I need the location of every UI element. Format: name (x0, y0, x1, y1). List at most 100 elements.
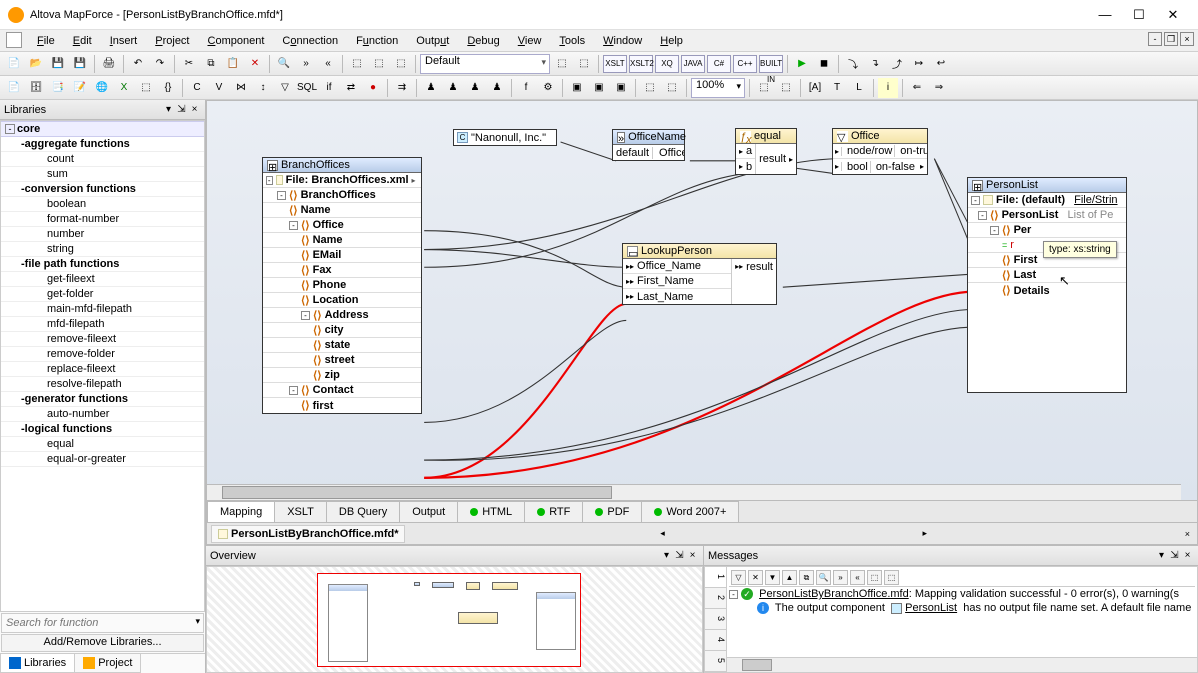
lib-fn-sum[interactable]: sum (1, 167, 204, 182)
msg-next[interactable]: ▼ (765, 570, 780, 585)
msg-tab-2[interactable]: 2 (705, 588, 726, 609)
insert-ws[interactable]: 🌐 (92, 78, 112, 98)
lib-fn-equal[interactable]: equal (1, 437, 204, 452)
mdi-minimize-button[interactable]: - (1148, 32, 1162, 46)
branch-row-contact[interactable]: -⟨⟩Contact (263, 383, 421, 398)
ann-types[interactable]: [A] (805, 78, 825, 98)
lib-group-file-path-functions[interactable]: -file path functions (1, 257, 204, 272)
target-xslt2[interactable]: XSLT2 (629, 55, 653, 73)
lib-group-aggregate-functions[interactable]: -aggregate functions (1, 137, 204, 152)
mdi-close-button[interactable]: × (1180, 32, 1194, 46)
branch-row-name[interactable]: ⟨⟩Name (263, 203, 421, 218)
tab-libraries[interactable]: Libraries (0, 654, 75, 673)
lib-fn-equal-or-greater[interactable]: equal-or-greater (1, 452, 204, 467)
branch-row-zip[interactable]: ⟨⟩zip (263, 368, 421, 383)
menu-insert[interactable]: Insert (101, 35, 147, 47)
zoom-select[interactable]: 100% (691, 78, 745, 98)
tab-project[interactable]: Project (74, 654, 141, 673)
insert-if[interactable]: if (319, 78, 339, 98)
branch-row-address[interactable]: -⟨⟩Address (263, 308, 421, 323)
autoconnect-4[interactable]: ♟ (487, 78, 507, 98)
menu-window[interactable]: Window (594, 35, 651, 47)
branch-row-fax[interactable]: ⟨⟩Fax (263, 263, 421, 278)
msg-file-link[interactable]: PersonListByBranchOffice.mfd (759, 588, 909, 600)
conn-copyall[interactable]: ⇉ (392, 78, 412, 98)
print-button[interactable]: 🖨 (99, 54, 119, 74)
insert-xml[interactable]: 📄 (4, 78, 24, 98)
lookup-firstname[interactable]: ▸▸First_Name (623, 274, 731, 289)
messages-tabs[interactable]: 1 2 3 4 5 (705, 567, 727, 672)
save-all-button[interactable]: 💾 (70, 54, 90, 74)
insert-db[interactable]: 🗄 (26, 78, 46, 98)
menu-file[interactable]: File (28, 35, 64, 47)
fwd-button[interactable]: ⇒ (929, 78, 949, 98)
msg-findprev[interactable]: « (850, 570, 865, 585)
doc-tab-current[interactable]: PersonListByBranchOffice.mfd* (211, 525, 405, 543)
tool-x5[interactable]: ⬚ (574, 54, 594, 74)
branch-row-email[interactable]: ⟨⟩EMail (263, 248, 421, 263)
doc-nav-prev[interactable]: ◂ (657, 528, 668, 539)
msg-prev[interactable]: ▲ (782, 570, 797, 585)
msg-x1[interactable]: ⬚ (867, 570, 882, 585)
lib-fn-format-number[interactable]: format-number (1, 212, 204, 227)
tab-pdf[interactable]: PDF (582, 501, 642, 522)
node-lookupperson[interactable]: ▭LookupPerson ▸▸Office_Name ▸▸First_Name… (622, 243, 777, 305)
equal-result[interactable]: result▸ (756, 144, 796, 174)
insert-map[interactable]: ⇄ (341, 78, 361, 98)
lookup-lastname[interactable]: ▸▸Last_Name (623, 289, 731, 304)
lib-core[interactable]: -core (1, 121, 204, 137)
insert-xbrl[interactable]: ⬚ (136, 78, 156, 98)
view-sel[interactable]: ⬚ (754, 78, 774, 98)
run-button[interactable]: ▶ (792, 54, 812, 74)
delete-button[interactable]: ✕ (245, 54, 265, 74)
messages-close-icon[interactable]: × (1181, 550, 1194, 561)
node-officename[interactable]: »OfficeName defaultOfficeName (612, 129, 685, 161)
menu-function[interactable]: Function (347, 35, 407, 47)
insert-sort[interactable]: ↕ (253, 78, 273, 98)
close-button[interactable]: ✕ (1156, 7, 1190, 23)
overview-pin-icon[interactable]: ⇲ (673, 550, 686, 561)
save-button[interactable]: 💾 (48, 54, 68, 74)
insert-json[interactable]: {} (158, 78, 178, 98)
tab-dbquery[interactable]: DB Query (326, 501, 400, 522)
msg-clear[interactable]: ✕ (748, 570, 763, 585)
tab-rtf[interactable]: RTF (524, 501, 583, 522)
messages-menu-icon[interactable]: ▾ (1155, 550, 1168, 561)
libraries-pin-icon[interactable]: ⇲ (175, 104, 188, 115)
autoconnect-3[interactable]: ♟ (465, 78, 485, 98)
expand-icon[interactable]: - (729, 590, 738, 599)
target-builtin[interactable]: BUILT IN (759, 55, 783, 73)
lib-fn-boolean[interactable]: boolean (1, 197, 204, 212)
branch-row-first[interactable]: ⟨⟩first (263, 398, 421, 413)
insert-edi[interactable]: 📑 (48, 78, 68, 98)
output-gen3[interactable]: ▣ (611, 78, 631, 98)
lookup-officename[interactable]: ▸▸Office_Name (623, 259, 731, 274)
info-button[interactable]: i (878, 78, 898, 98)
lib-fn-string[interactable]: string (1, 242, 204, 257)
menu-connection[interactable]: Connection (273, 35, 347, 47)
menu-project[interactable]: Project (146, 35, 198, 47)
tab-output[interactable]: Output (399, 501, 458, 522)
ann-tips[interactable]: T (827, 78, 847, 98)
debug-step-over[interactable]: ⤵ (843, 54, 863, 74)
msg-tab-3[interactable]: 3 (705, 609, 726, 630)
office-ontrue[interactable]: on-true (898, 145, 927, 157)
insert-filter[interactable]: ▽ (275, 78, 295, 98)
lib-fn-main-mfd-filepath[interactable]: main-mfd-filepath (1, 302, 204, 317)
doc-nav-next[interactable]: ▸ (919, 528, 930, 539)
person-root[interactable]: -⟨⟩PersonList List of Pe (968, 208, 1126, 223)
view-sel2[interactable]: ⬚ (776, 78, 796, 98)
maximize-button[interactable]: ☐ (1122, 7, 1156, 23)
target-xslt[interactable]: XSLT (603, 55, 627, 73)
canvas-scrollbar-h[interactable] (207, 484, 1181, 500)
branch-row-phone[interactable]: ⟨⟩Phone (263, 278, 421, 293)
insert-sql[interactable]: SQL (297, 78, 317, 98)
tab-xslt[interactable]: XSLT (274, 501, 327, 522)
node-equal[interactable]: ƒxequal ▸a ▸b result▸ (735, 128, 797, 175)
messages-scrollbar-h[interactable] (727, 657, 1197, 672)
cut-button[interactable]: ✂ (179, 54, 199, 74)
mapping-canvas[interactable]: C"Nanonull, Inc." »OfficeName defaultOff… (206, 100, 1198, 501)
libraries-close-icon[interactable]: × (188, 104, 201, 115)
tool-x1[interactable]: ⬚ (347, 54, 367, 74)
new-button[interactable]: 📄 (4, 54, 24, 74)
